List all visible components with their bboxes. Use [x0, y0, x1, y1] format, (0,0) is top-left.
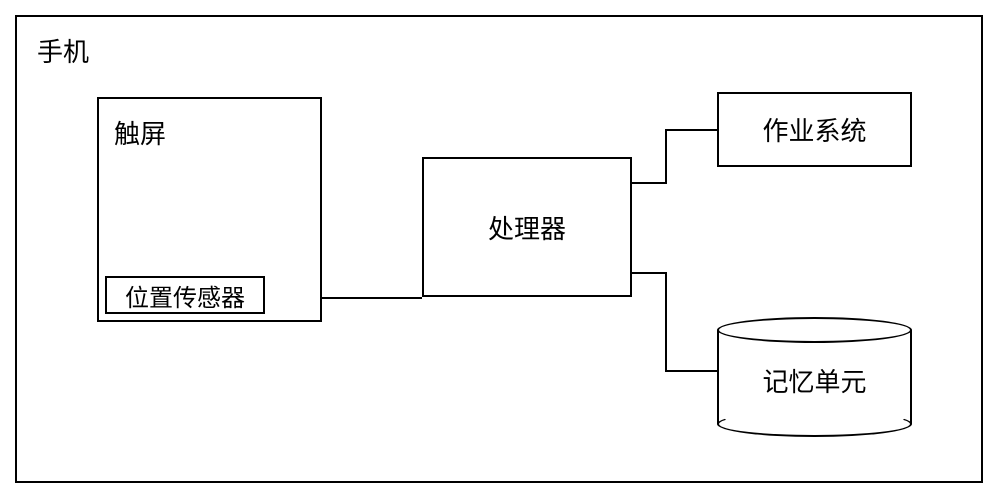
connector-vert-memory — [665, 272, 667, 372]
memory-cylinder: 记忆单元 — [717, 317, 912, 437]
touchscreen-label: 触屏 — [114, 114, 166, 151]
memory-label: 记忆单元 — [717, 362, 912, 399]
connector-touchscreen-processor — [322, 297, 422, 299]
touchscreen-box: 触屏 位置传感器 — [97, 97, 322, 322]
phone-container: 手机 触屏 位置传感器 处理器 作业系统 记忆单元 — [15, 15, 983, 483]
connector-to-os — [665, 129, 717, 131]
os-label: 作业系统 — [762, 111, 866, 148]
position-sensor-label: 位置传感器 — [125, 278, 245, 313]
connector-processor-right-top — [632, 182, 667, 184]
cylinder-top-shape — [717, 317, 912, 343]
processor-box: 处理器 — [422, 157, 632, 297]
cylinder-bottom-shape — [717, 411, 912, 437]
processor-label: 处理器 — [488, 209, 566, 246]
position-sensor-box: 位置传感器 — [105, 276, 265, 314]
connector-to-memory — [665, 370, 717, 372]
os-box: 作业系统 — [717, 92, 912, 167]
connector-processor-right-bottom — [632, 272, 667, 274]
connector-vert-os — [665, 129, 667, 184]
phone-label: 手机 — [37, 32, 89, 69]
